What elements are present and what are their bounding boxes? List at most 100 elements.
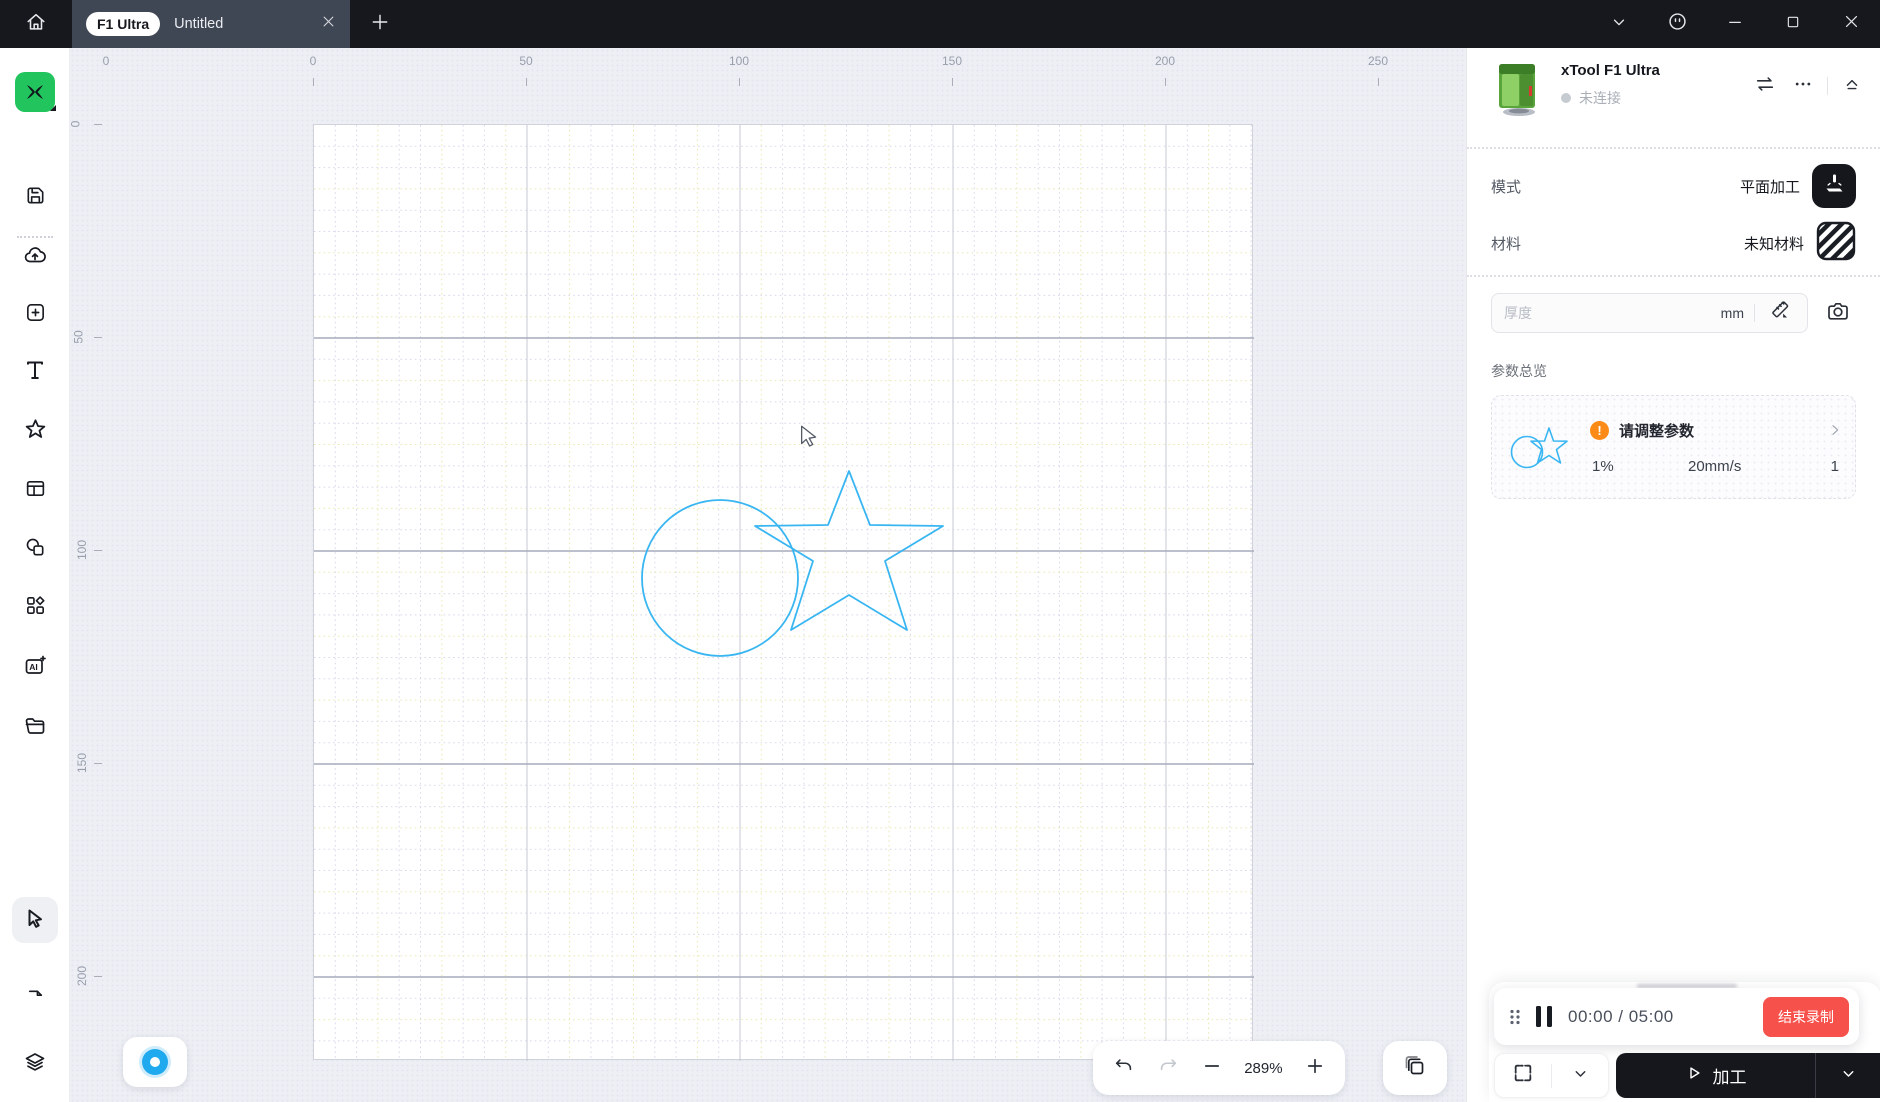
device-name: xTool F1 Ultra — [1561, 62, 1660, 79]
ellipsis-icon — [1793, 74, 1813, 99]
frame-preview-button[interactable] — [1495, 1054, 1551, 1097]
feedback-button[interactable] — [1648, 0, 1706, 48]
select-cursor-icon — [23, 906, 47, 935]
undo-button[interactable] — [1113, 1055, 1135, 1082]
drag-handle-icon[interactable] — [1508, 1008, 1522, 1026]
design-shapes[interactable] — [314, 125, 1254, 1061]
window-dropdown-button[interactable] — [1590, 0, 1648, 48]
collapse-up-icon — [1842, 74, 1862, 99]
chevron-down-icon — [1840, 1065, 1857, 1087]
sidebar-item-insert[interactable] — [15, 295, 55, 335]
sidebar-item-apps[interactable] — [15, 588, 55, 628]
tab-untitled[interactable]: F1 Ultra Untitled — [72, 0, 350, 48]
sidebar-item-shapes-star[interactable] — [15, 412, 55, 452]
undo-icon — [1113, 1055, 1135, 1082]
ruler-top: 0050100150200250 — [70, 48, 1466, 94]
switch-device-button[interactable] — [1751, 72, 1779, 100]
thickness-input-box[interactable]: mm — [1491, 293, 1808, 333]
work-area[interactable] — [313, 124, 1253, 1060]
more-options-button[interactable] — [1789, 72, 1817, 100]
sidebar-item-templates[interactable] — [15, 471, 55, 511]
frame-options-button[interactable] — [1552, 1054, 1608, 1097]
zoom-toolbar: 289% — [1093, 1041, 1345, 1095]
sidebar-item-ai[interactable]: AI — [15, 648, 55, 688]
zoom-out-button[interactable] — [1202, 1056, 1222, 1081]
device-image — [1489, 58, 1545, 125]
device-status: 未连接 — [1561, 88, 1621, 108]
redo-icon — [1157, 1055, 1179, 1082]
parameter-summary-card[interactable]: ! 请调整参数 1% 20mm/s 1 — [1491, 395, 1856, 499]
frame-icon — [1512, 1062, 1534, 1089]
screen-record-button[interactable] — [123, 1037, 187, 1087]
cloud-upload-icon — [23, 243, 47, 272]
tool-select[interactable] — [12, 897, 58, 943]
canvas-viewport[interactable]: 0050100150200250 050100150200 289% — [70, 48, 1466, 1102]
zoom-in-button[interactable] — [1305, 1056, 1325, 1081]
sidebar-item-document[interactable] — [15, 982, 55, 1022]
transfer-arrows-icon — [1754, 73, 1776, 100]
param-passes: 1 — [1831, 458, 1839, 475]
chevron-down-icon — [1572, 1065, 1589, 1087]
sidebar-item-shapes[interactable] — [15, 530, 55, 570]
mode-label: 模式 — [1491, 176, 1521, 197]
tab-close-icon[interactable] — [321, 14, 336, 34]
thickness-input[interactable] — [1504, 305, 1711, 321]
feedback-face-icon — [1667, 11, 1688, 37]
layers-icon — [23, 1050, 47, 1079]
xtool-logo[interactable] — [15, 72, 55, 112]
home-button[interactable] — [0, 0, 72, 48]
star-shape[interactable] — [755, 471, 943, 630]
sidebar-item-files[interactable] — [15, 708, 55, 748]
mode-selector-button[interactable] — [1812, 164, 1856, 208]
warning-icon: ! — [1590, 421, 1609, 440]
redo-button[interactable] — [1157, 1055, 1179, 1082]
zoom-level[interactable]: 289% — [1244, 1060, 1282, 1077]
measure-thickness-button[interactable] — [1765, 298, 1795, 328]
material-label: 材料 — [1491, 233, 1521, 254]
shapes-thumbnail — [1502, 416, 1584, 485]
circle-shape[interactable] — [642, 500, 798, 656]
ai-image-icon: AI — [23, 654, 47, 683]
adjust-params-text: 请调整参数 — [1619, 420, 1694, 441]
param-speed: 20mm/s — [1688, 458, 1831, 475]
save-icon — [24, 184, 47, 212]
sidebar-item-save[interactable] — [15, 178, 55, 218]
measure-ruler-icon — [1770, 300, 1791, 326]
collapse-panel-button[interactable] — [1838, 72, 1866, 100]
close-window-button[interactable] — [1822, 0, 1880, 48]
play-icon — [1685, 1064, 1703, 1087]
maximize-icon — [1785, 14, 1801, 35]
stop-recording-button[interactable]: 结束录制 — [1763, 997, 1849, 1037]
process-button[interactable]: 加工 — [1616, 1053, 1880, 1098]
recording-bar: 00:00 / 05:00 结束录制 — [1494, 988, 1859, 1045]
plus-icon — [370, 12, 390, 37]
minimize-icon — [1726, 13, 1744, 36]
frame-button-group — [1494, 1053, 1609, 1098]
folder-icon — [23, 714, 47, 743]
minus-icon — [1202, 1056, 1222, 1081]
sidebar-item-text[interactable] — [15, 352, 55, 392]
star-icon — [23, 417, 48, 447]
camera-measure-button[interactable] — [1820, 295, 1856, 331]
process-label: 加工 — [1713, 1063, 1747, 1088]
maximize-button[interactable] — [1764, 0, 1822, 48]
copies-button[interactable] — [1383, 1041, 1447, 1095]
material-selector-button[interactable] — [1816, 221, 1856, 266]
new-tab-button[interactable] — [350, 0, 410, 48]
mode-value: 平面加工 — [1740, 176, 1800, 197]
logo-expander — [50, 105, 56, 111]
plus-square-icon — [24, 301, 47, 329]
layout-icon — [24, 477, 47, 505]
pause-recording-button[interactable] — [1536, 1006, 1552, 1027]
text-icon — [23, 358, 47, 387]
minimize-button[interactable] — [1706, 0, 1764, 48]
param-power: 1% — [1592, 458, 1688, 475]
tab-device-badge: F1 Ultra — [86, 12, 160, 36]
sidebar-item-cloud-upload[interactable] — [15, 237, 55, 277]
sidebar-item-layers[interactable] — [15, 1044, 55, 1084]
process-options-button[interactable] — [1816, 1065, 1880, 1087]
left-toolbar: AI — [0, 48, 70, 1102]
header-divider — [1827, 77, 1828, 95]
svg-text:AI: AI — [29, 662, 38, 672]
home-icon — [25, 11, 47, 38]
